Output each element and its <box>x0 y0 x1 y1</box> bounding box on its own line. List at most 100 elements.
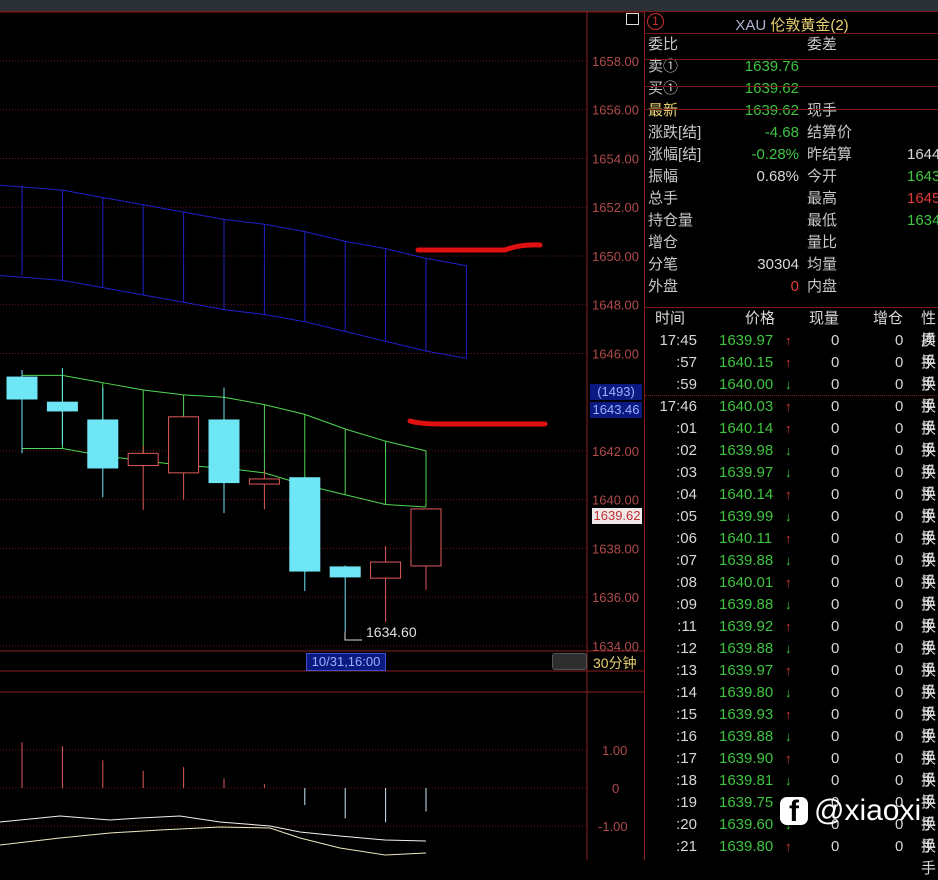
period-label[interactable]: 30分钟 <box>593 653 637 673</box>
candle-down <box>46 401 78 412</box>
quote-row: 增仓 量比 <box>645 232 938 254</box>
scroll-button[interactable] <box>552 653 587 670</box>
trade-price: 1639.97 <box>719 464 774 481</box>
trade-price: 1639.97 <box>719 662 774 679</box>
trade-time: :21 <box>676 838 697 855</box>
trade-time: :14 <box>676 684 697 701</box>
quote-label-2: 最高 <box>807 190 838 207</box>
trade-row: :11 1639.92 ↑ 0 0 换手 <box>645 616 938 657</box>
watermark-text: @xiaoxi <box>814 794 922 827</box>
crosshair-price-label: 1643.46 <box>590 402 642 418</box>
trade-price: 1639.80 <box>719 838 774 855</box>
quote-label: 振幅 <box>648 168 679 185</box>
price-tick-label: 1654.00 <box>592 151 639 166</box>
trade-row: :03 1639.97 ↓ 0 0 换手 <box>645 462 938 503</box>
trade-time: :08 <box>676 574 697 591</box>
trade-price: 1639.75 <box>719 794 774 811</box>
price-tick-label: 1642.00 <box>592 444 639 459</box>
osc-line-2 <box>0 826 427 856</box>
trade-oi-change: 0 <box>895 442 904 459</box>
trade-volume: 0 <box>831 684 840 701</box>
arrow-down-icon: ↓ <box>785 377 792 392</box>
trade-volume: 0 <box>831 838 840 855</box>
arrow-up-icon: ↑ <box>785 399 792 414</box>
quote-value: 1639.62 <box>744 102 799 119</box>
last-price-label: 1639.62 <box>592 508 642 524</box>
trade-price: 1639.88 <box>719 596 774 613</box>
arrow-up-icon: ↑ <box>785 839 792 854</box>
trade-row: :06 1640.11 ↑ 0 0 换手 <box>645 528 938 569</box>
arrow-down-icon: ↓ <box>785 773 792 788</box>
quote-label-2: 委差 <box>807 36 838 53</box>
trade-volume: 0 <box>831 420 840 437</box>
trade-volume: 0 <box>831 508 840 525</box>
osc-tick-label: 0 <box>612 781 619 796</box>
quote-label: 增仓 <box>648 234 679 251</box>
trade-row: :07 1639.88 ↓ 0 0 换手 <box>645 550 938 591</box>
trade-row: :13 1639.97 ↑ 0 0 换手 <box>645 660 938 701</box>
arrow-up-icon: ↑ <box>785 333 792 348</box>
quote-panel: 1 XAU 伦敦黄金(2) 委比 委差 卖① 1639.76 买① 1639.62 最新 16… <box>644 12 938 877</box>
trade-oi-change: 0 <box>895 640 904 657</box>
trade-time: :06 <box>676 530 697 547</box>
quote-value: -0.28% <box>751 146 799 163</box>
quote-label-2: 结算价 <box>807 124 853 141</box>
divider <box>645 86 938 87</box>
time-divider <box>645 395 938 396</box>
divider <box>645 109 938 110</box>
trade-time: :02 <box>676 442 697 459</box>
blue-band-lower <box>0 274 467 359</box>
trade-volume: 0 <box>831 574 840 591</box>
quote-label: 买① <box>648 80 679 97</box>
trade-time: 17:46 <box>659 398 697 415</box>
quote-label-2: 均量 <box>807 256 838 273</box>
column-header[interactable]: 增仓 <box>873 308 903 330</box>
arrow-down-icon: ↓ <box>785 597 792 612</box>
quote-label: 涨幅[结] <box>648 146 702 163</box>
trade-row: :01 1640.14 ↑ 0 0 换手 <box>645 418 938 459</box>
price-tick-label: 1650.00 <box>592 249 639 264</box>
quote-label-2: 最低 <box>807 212 838 229</box>
trade-price: 1640.14 <box>719 420 774 437</box>
trade-volume: 0 <box>831 442 840 459</box>
trade-oi-change: 0 <box>895 618 904 635</box>
quote-label-2: 昨结算 <box>807 146 853 163</box>
trade-time: :07 <box>676 552 697 569</box>
arrow-down-icon: ↓ <box>785 553 792 568</box>
layout-toggle-icon[interactable] <box>626 13 639 25</box>
trade-oi-change: 0 <box>895 464 904 481</box>
arrow-down-icon: ↓ <box>785 641 792 656</box>
divider <box>645 33 938 34</box>
column-header[interactable]: 价格 <box>745 308 775 330</box>
candlestick-chart[interactable]: 1658.00 1656.00 1654.00 1652.00 1650.00 1648.… <box>0 0 644 860</box>
divider <box>645 59 938 60</box>
trade-row: :04 1640.14 ↑ 0 0 换手 <box>645 484 938 525</box>
trade-time: :05 <box>676 508 697 525</box>
trade-row: :14 1639.80 ↓ 0 0 换手 <box>645 682 938 723</box>
price-tick-label: 1648.00 <box>592 298 639 313</box>
trade-time: :09 <box>676 596 697 613</box>
instrument-code: XAU <box>735 17 767 34</box>
trade-volume: 0 <box>831 530 840 547</box>
trade-row: :16 1639.88 ↓ 0 0 换手 <box>645 726 938 767</box>
trade-price: 1639.81 <box>719 772 774 789</box>
arrow-up-icon: ↑ <box>785 531 792 546</box>
watermark: f @xiaoxi <box>780 794 921 828</box>
trade-row: :57 1640.15 ↑ 0 0 换手 <box>645 352 938 393</box>
trade-volume: 0 <box>831 464 840 481</box>
quote-label: 总手 <box>648 190 679 207</box>
arrow-up-icon: ↑ <box>785 355 792 370</box>
trade-oi-change: 0 <box>895 486 904 503</box>
trade-time: :15 <box>676 706 697 723</box>
crosshair-count-label: (1493) <box>590 384 642 400</box>
candle-up <box>127 452 159 467</box>
quote-value: 0.68% <box>756 168 799 185</box>
quote-value-2: 1634 <box>907 212 938 229</box>
column-header[interactable]: 现量 <box>809 308 839 330</box>
trade-oi-change: 0 <box>895 508 904 525</box>
trade-price: 1640.03 <box>719 398 774 415</box>
quote-label-2: 现手 <box>807 102 838 119</box>
low-price-label: 1634.60 <box>366 624 417 640</box>
column-header[interactable]: 时间 <box>655 308 685 330</box>
instrument-title: XAU 伦敦黄金(2) <box>645 14 938 35</box>
